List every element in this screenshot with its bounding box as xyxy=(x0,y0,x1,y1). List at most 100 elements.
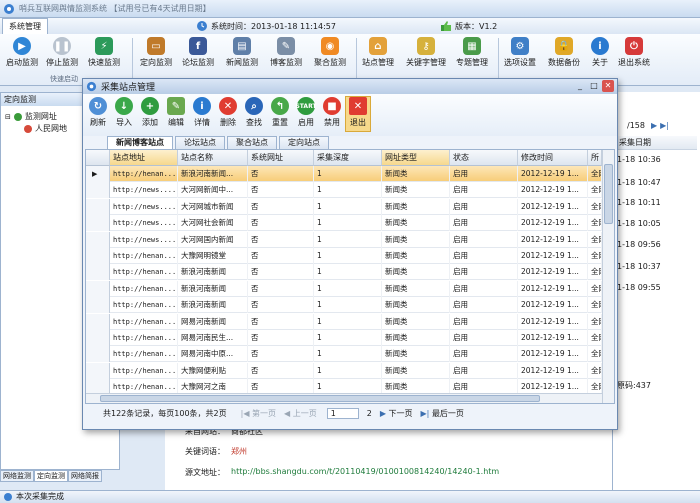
quick-monitor-button[interactable]: ⚡ 快速监测 xyxy=(84,36,124,72)
minimize-icon[interactable]: _ xyxy=(574,80,586,92)
table-cell: 启用 xyxy=(450,280,518,297)
source-url-link[interactable]: http://bbs.shangdu.com/t/20110419/010010… xyxy=(231,467,499,478)
thumbs-up-icon xyxy=(441,21,451,31)
find-button[interactable]: ⌕ 查找 xyxy=(241,97,267,128)
table-row[interactable]: http://henan... 网易河南新闻否 1 新闻类 启用 2012-12-19 1… xyxy=(86,313,602,330)
page-input[interactable]: 1 xyxy=(326,408,359,419)
tab-forum-sites[interactable]: 论坛站点 xyxy=(175,136,225,149)
scroll-thumb[interactable] xyxy=(100,395,540,402)
tab-network-brief[interactable]: 网络简报 xyxy=(68,470,102,482)
menu-tab-system[interactable]: 系统管理 xyxy=(2,18,48,34)
forum-monitor-button[interactable]: f 论坛监测 xyxy=(178,36,218,72)
table-cell: 大豫网便利贴 xyxy=(178,362,248,379)
table-row[interactable]: http://news.... 大河网社会新闻否 1 新闻类 启用 2012-12-19 … xyxy=(86,215,602,232)
horizontal-scrollbar[interactable] xyxy=(86,393,602,403)
blog-monitor-button[interactable]: ✎ 博客监测 xyxy=(266,36,306,72)
date-cell: 1-18 09:56 xyxy=(617,240,661,249)
table-row[interactable]: http://news.... 大河网城市新闻否 1 新闻类 启用 2012-12-19 … xyxy=(86,198,602,215)
table-cell: 全网 xyxy=(588,166,602,182)
column-header[interactable]: 所 xyxy=(588,150,602,166)
scroll-thumb[interactable] xyxy=(604,164,613,224)
tree-item[interactable]: 人民网地 xyxy=(23,123,67,134)
page-2-link[interactable]: 2 xyxy=(367,409,372,418)
stop-monitor-button[interactable]: ❚❚ 停止监测 xyxy=(42,36,82,72)
table-row[interactable]: http://henan... 网易河南中原... 否 1 新闻类 启用 2012-12-1… xyxy=(86,346,602,363)
refresh-button[interactable]: ↻ 刷新 xyxy=(85,97,111,128)
table-cell: 全网 xyxy=(588,346,602,363)
details-button[interactable]: i 详情 xyxy=(189,97,215,128)
add-button[interactable]: + 添加 xyxy=(137,97,163,128)
topic-manage-button[interactable]: ▦ 专题管理 xyxy=(452,36,492,72)
exit-button[interactable]: ✕ 退出 xyxy=(345,96,371,132)
dialog-toolbar: ↻ 刷新 ↓ 导入 + 添加 ✎ 编辑 i 详情 ✕ 删除 ⌕ 查找 ↰ 重置 START 启用 … xyxy=(83,94,617,136)
next-page-icon[interactable]: ▶ xyxy=(651,121,657,130)
disable-button[interactable]: ■ 禁用 xyxy=(319,97,345,128)
table-row[interactable]: http://henan... 大豫网明镜堂否 1 新闻类 启用 2012-12-19 1… xyxy=(86,248,602,264)
table-row[interactable]: http://henan... 新浪河南新闻否 1 新闻类 启用 2012-12-19 1… xyxy=(86,280,602,297)
aggregate-monitor-button[interactable]: ◉ 聚合监测 xyxy=(310,36,350,72)
quick-icon: ⚡ xyxy=(95,37,113,55)
table-cell: 启用 xyxy=(450,215,518,232)
tab-aggregate-sites[interactable]: 聚合站点 xyxy=(227,136,277,149)
tree-root[interactable]: ⊟ 监测网址 xyxy=(5,111,57,122)
table-row[interactable]: http://henan... 新浪河南新闻否 1 新闻类 启用 2012-12-19 1… xyxy=(86,264,602,281)
maximize-icon[interactable]: □ xyxy=(588,80,600,92)
keyword-manage-button[interactable]: ⚷ 关键字管理 xyxy=(404,36,448,72)
reset-button[interactable]: ↰ 重置 xyxy=(267,97,293,128)
date-cell: 1-18 10:11 xyxy=(617,198,661,207)
tab-news-blog-sites[interactable]: 新闻博客站点 xyxy=(107,136,173,149)
news-monitor-button[interactable]: ▤ 新闻监测 xyxy=(222,36,262,72)
column-header[interactable]: 采集深度 xyxy=(314,150,382,166)
delete-button[interactable]: ✕ 删除 xyxy=(215,97,241,128)
edit-button[interactable]: ✎ 编辑 xyxy=(163,97,189,128)
table-cell: 启用 xyxy=(450,182,518,199)
last-page-link[interactable]: ▶| 最后一页 xyxy=(421,408,464,419)
next-page-link[interactable]: ▶ 下一页 xyxy=(380,408,413,419)
date-column-header[interactable]: 采集日期 xyxy=(613,136,697,150)
directed-monitor-button[interactable]: ▭ 定向监测 xyxy=(136,36,176,72)
table-row[interactable]: http://news.... 大河网新闻中... 否 1 新闻类 启用 2012-12-1… xyxy=(86,182,602,199)
column-header[interactable]: 系统网址 xyxy=(248,150,314,166)
table-cell: 1 xyxy=(314,362,382,379)
table-row[interactable]: http://henan... 大豫网便利贴否 1 新闻类 启用 2012-12-19 1… xyxy=(86,362,602,379)
table-cell: 2012-12-19 1... xyxy=(518,297,588,314)
column-header[interactable]: 修改时间 xyxy=(518,150,588,166)
detail-panel: 采自网站： 商都社区 关键词语： 郑州 源文地址： http://bbs.shangd… xyxy=(165,420,612,490)
tab-network-monitor[interactable]: 网络监测 xyxy=(0,470,34,482)
exit-system-button[interactable]: ⏻ 退出系统 xyxy=(614,36,654,72)
date-cell: 1-18 10:05 xyxy=(617,219,661,228)
table-row[interactable]: http://henan... 新浪河南新闻否 1 新闻类 启用 2012-12-19 1… xyxy=(86,297,602,314)
column-header[interactable]: 状态 xyxy=(450,150,518,166)
prev-page-link[interactable]: ◀ 上一页 xyxy=(284,408,317,419)
options-button[interactable]: ⚙ 选项设置 xyxy=(500,36,540,72)
globe-icon xyxy=(13,112,22,121)
news-icon: ▤ xyxy=(233,37,251,55)
table-cell: 新闻类 xyxy=(382,166,450,182)
topic-icon: ▦ xyxy=(463,37,481,55)
clock-icon xyxy=(197,21,207,31)
vertical-scrollbar[interactable] xyxy=(602,150,614,403)
column-header[interactable]: 站点名称 xyxy=(178,150,248,166)
tab-directed-monitor[interactable]: 定向监测 xyxy=(34,470,68,482)
start-monitor-button[interactable]: ▶ 启动监测 xyxy=(2,36,42,72)
close-icon[interactable]: ✕ xyxy=(602,80,614,92)
last-page-icon[interactable]: ▶| xyxy=(660,121,669,130)
rss-icon: ◉ xyxy=(321,37,339,55)
tab-directed-sites[interactable]: 定向站点 xyxy=(279,136,329,149)
backup-button[interactable]: 🔒 数据备份 xyxy=(544,36,584,72)
table-row[interactable]: http://henan... 网易河南民生... 否 1 新闻类 启用 2012-12-1… xyxy=(86,330,602,346)
status-icon xyxy=(4,493,12,501)
column-header[interactable]: 站点地址 xyxy=(110,150,178,166)
import-button[interactable]: ↓ 导入 xyxy=(111,97,137,128)
site-icon xyxy=(24,124,32,133)
status-bar: 本次采集完成 xyxy=(0,490,700,503)
table-row[interactable]: http://news.... 大河网国内新闻否 1 新闻类 启用 2012-12-19 … xyxy=(86,231,602,248)
table-row[interactable]: ▶ http://henan... 新浪河南新闻... 否 1 新闻类 启用 2012-12-… xyxy=(86,166,602,182)
table-cell: http://henan... xyxy=(110,264,178,281)
first-page-link[interactable]: |◀ 第一页 xyxy=(241,408,276,419)
table-cell: 新闻类 xyxy=(382,182,450,199)
table-cell: http://henan... xyxy=(110,362,178,379)
enable-button[interactable]: START 启用 xyxy=(293,97,319,128)
site-manage-button[interactable]: ⌂ 站点管理 xyxy=(358,36,398,72)
column-header[interactable]: 网址类型 xyxy=(382,150,450,166)
